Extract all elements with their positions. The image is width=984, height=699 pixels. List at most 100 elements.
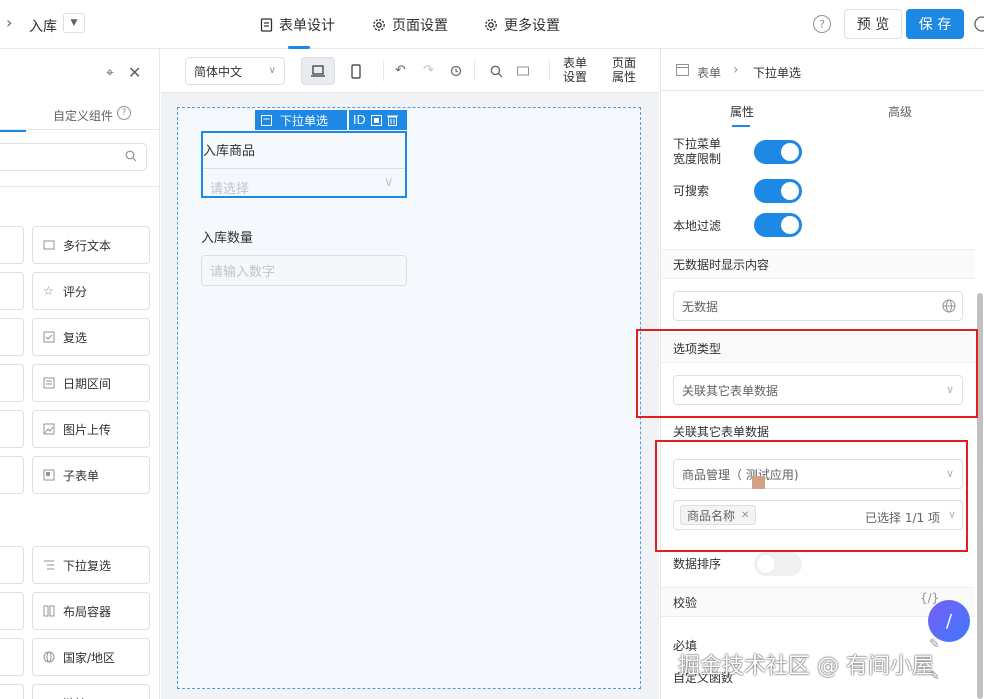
app-dropdown-button[interactable]: ▼ (63, 13, 85, 33)
component-item[interactable] (0, 592, 24, 630)
component-textarea[interactable]: 多行文本 (32, 226, 150, 264)
form-canvas: 下拉单选 ID 入库商品 请选择 ∨ 入库数量 请输入数字 (177, 107, 641, 689)
component-layout[interactable]: 布局容器 (32, 592, 150, 630)
code-icon[interactable] (517, 66, 529, 76)
field-label: 入库商品 (203, 144, 256, 159)
document-icon (260, 17, 273, 32)
component-country[interactable]: 国家/地区 (32, 638, 150, 676)
divider (474, 61, 475, 81)
save-button[interactable]: 保 存 (906, 9, 964, 39)
breadcrumb-current: 下拉单选 (753, 66, 802, 80)
magic-wand-icon: ∕ (945, 610, 953, 632)
tab-properties[interactable]: 属性 (730, 103, 754, 120)
component-item[interactable] (0, 410, 24, 448)
top-bar: › 入库 ▼ 表单设计 页面设置 更多设置 ? 预 览 保 存 (0, 0, 984, 49)
redo-icon[interactable]: ↷ (423, 63, 434, 78)
layout-icon (43, 605, 55, 617)
component-item[interactable] (0, 226, 24, 264)
divider (383, 61, 384, 81)
chevron-down-icon: ∨ (384, 175, 394, 190)
chevron-right-icon: › (733, 62, 739, 78)
component-search-input[interactable] (0, 143, 147, 171)
highlight-option-type (636, 329, 978, 418)
component-checkbox[interactable]: 复选 (32, 318, 150, 356)
checkbox-icon (43, 331, 55, 343)
component-item[interactable] (0, 364, 24, 402)
tab-label: 更多设置 (504, 17, 560, 34)
language-select[interactable]: 简体中文 ∨ (185, 57, 285, 85)
tab-form-design[interactable]: 表单设计 (260, 0, 342, 49)
empty-content-input[interactable]: 无数据 (673, 291, 963, 321)
field-inbound-goods[interactable]: 入库商品 请选择 ∨ (201, 131, 407, 198)
breadcrumb-form[interactable]: 表单 (697, 64, 721, 81)
help-icon[interactable]: ? (813, 15, 831, 33)
component-item[interactable] (0, 638, 24, 676)
copy-icon[interactable] (370, 114, 382, 126)
data-sort-label: 数据排序 (673, 557, 722, 571)
undo-icon[interactable]: ↶ (395, 63, 406, 78)
help-icon[interactable]: ? (117, 106, 131, 120)
gear-icon (484, 18, 498, 32)
quantity-input[interactable]: 请输入数字 (201, 255, 407, 286)
star-icon: ☆ (43, 284, 54, 298)
gear-icon (372, 18, 386, 32)
form-icon (676, 64, 689, 76)
history-icon[interactable] (450, 65, 462, 77)
user-icon[interactable] (973, 15, 984, 33)
component-item[interactable] (0, 684, 24, 699)
field-actions: ID (349, 110, 407, 130)
local-filter-toggle[interactable] (754, 213, 802, 237)
tab-custom-components[interactable]: 自定义组件 (53, 107, 113, 124)
component-item[interactable] (0, 272, 24, 310)
component-subform[interactable]: 子表单 (32, 456, 150, 494)
select-field-icon (261, 114, 272, 126)
toggle-label-searchable: 可搜索 (673, 184, 710, 198)
divider (661, 90, 984, 91)
delete-icon[interactable] (386, 114, 398, 126)
textarea-icon (43, 239, 55, 251)
date-range-icon (43, 377, 55, 389)
mobile-view-button[interactable] (339, 57, 373, 85)
component-item[interactable] (0, 546, 24, 584)
page-properties-button[interactable]: 页面 属性 (612, 56, 636, 84)
subform-icon (43, 469, 55, 481)
canvas-toolbar: 简体中文 ∨ ↶ ↷ 表单 设置 页面 属性 (161, 49, 659, 93)
component-rating[interactable]: ☆ 评分 (32, 272, 150, 310)
selected-field-tag[interactable]: 下拉单选 (255, 110, 347, 130)
divider (203, 168, 405, 169)
ai-assistant-button[interactable]: ∕ (928, 600, 970, 642)
desktop-view-button[interactable] (301, 57, 335, 85)
tab-page-settings[interactable]: 页面设置 (372, 0, 454, 49)
chevron-down-icon: ∨ (268, 65, 276, 76)
width-limit-toggle[interactable] (754, 140, 802, 164)
close-icon[interactable]: ✕ (128, 63, 141, 82)
globe-icon[interactable] (942, 299, 956, 313)
divider (0, 186, 159, 187)
tab-more-settings[interactable]: 更多设置 (484, 0, 566, 49)
app-title: 入库 (29, 19, 57, 35)
component-item[interactable] (0, 456, 24, 494)
preview-button[interactable]: 预 览 (844, 9, 902, 39)
chevron-right-icon[interactable]: › (6, 13, 12, 32)
component-date-range[interactable]: 日期区间 (32, 364, 150, 402)
searchable-toggle[interactable] (754, 179, 802, 203)
data-sort-toggle[interactable] (754, 552, 802, 576)
select-placeholder: 请选择 (210, 182, 250, 197)
divider (549, 61, 550, 81)
toggle-label-local-filter: 本地过滤 (673, 219, 722, 233)
component-item[interactable] (0, 318, 24, 356)
component-link[interactable]: 链接 (32, 684, 150, 699)
mobile-icon (351, 63, 361, 79)
image-icon (43, 423, 55, 435)
globe-icon (43, 651, 55, 663)
search-icon[interactable] (490, 65, 503, 78)
laptop-icon (310, 65, 326, 77)
tab-advanced[interactable]: 高级 (888, 103, 912, 120)
component-multi-select[interactable]: 下拉复选 (32, 546, 150, 584)
active-tab-indicator (732, 125, 750, 127)
pin-icon[interactable]: ⌖ (106, 65, 114, 81)
component-panel: ⌖ ✕ 自定义组件 ? 多行文本 ☆ 评分 复选 日期区间 图片上传 子表单 下拉… (0, 49, 160, 699)
component-image-upload[interactable]: 图片上传 (32, 410, 150, 448)
field-id-button[interactable]: ID (353, 113, 366, 127)
form-settings-button[interactable]: 表单 设置 (563, 56, 587, 84)
